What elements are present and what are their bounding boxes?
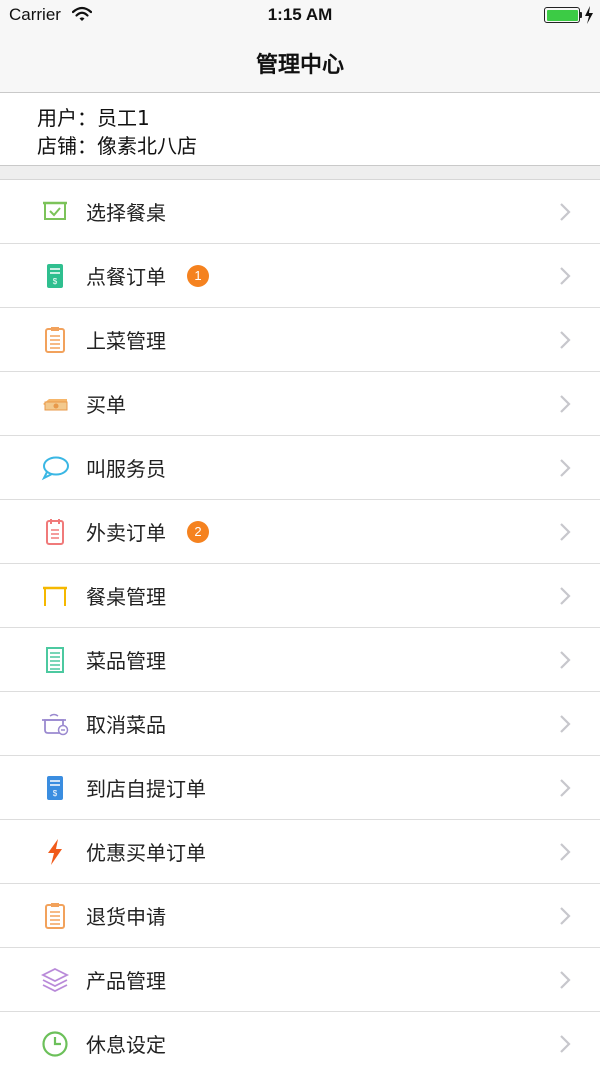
menu-item-dine-orders[interactable]: $ 点餐订单 1 bbox=[0, 244, 600, 308]
clipboard-return-icon bbox=[45, 903, 65, 929]
chevron-right-icon bbox=[560, 267, 571, 285]
menu-item-takeout-orders[interactable]: 外卖订单 2 bbox=[0, 500, 600, 564]
chevron-right-icon bbox=[560, 203, 571, 221]
menu-item-label: 退货申请 bbox=[86, 905, 166, 929]
table-icon bbox=[43, 586, 67, 606]
nav-bar: 管理中心 bbox=[0, 30, 600, 93]
notepad-icon bbox=[46, 519, 64, 545]
pickup-receipt-icon: $ bbox=[47, 776, 63, 800]
user-name-line: 用户：员工1 bbox=[37, 106, 150, 130]
chevron-right-icon bbox=[560, 779, 571, 797]
chevron-right-icon bbox=[560, 587, 571, 605]
chevron-right-icon bbox=[560, 523, 571, 541]
clock-icon bbox=[42, 1031, 68, 1057]
chevron-right-icon bbox=[560, 843, 571, 861]
svg-text:$: $ bbox=[53, 277, 58, 286]
status-bar: Carrier 1:15 AM bbox=[0, 0, 600, 30]
menu-item-return-requests[interactable]: 退货申请 bbox=[0, 884, 600, 948]
menu-item-serving[interactable]: 上菜管理 bbox=[0, 308, 600, 372]
menu-item-rest-settings[interactable]: 休息设定 bbox=[0, 1012, 600, 1067]
chevron-right-icon bbox=[560, 971, 571, 989]
store-name-line: 店铺：像素北八店 bbox=[37, 134, 197, 158]
menu-item-label: 叫服务员 bbox=[86, 457, 166, 481]
status-time: 1:15 AM bbox=[267, 5, 333, 24]
menu-item-label: 买单 bbox=[86, 393, 126, 417]
order-count-badge: 1 bbox=[187, 265, 209, 287]
charging-bolt-icon bbox=[585, 6, 593, 24]
user-info-panel: 用户：员工1 店铺：像素北八店 bbox=[0, 94, 600, 165]
menu-item-select-table[interactable]: 选择餐桌 bbox=[0, 180, 600, 244]
takeout-count-badge: 2 bbox=[187, 521, 209, 543]
menu-item-label: 取消菜品 bbox=[86, 713, 166, 737]
chevron-right-icon bbox=[560, 715, 571, 733]
chevron-right-icon bbox=[560, 651, 571, 669]
menu-item-discount-orders[interactable]: 优惠买单订单 bbox=[0, 820, 600, 884]
chevron-right-icon bbox=[560, 1035, 571, 1053]
menu-item-label: 选择餐桌 bbox=[86, 201, 166, 225]
menu-item-dish-management[interactable]: 菜品管理 bbox=[0, 628, 600, 692]
menu-item-cancel-dish[interactable]: 取消菜品 bbox=[0, 692, 600, 756]
menu-item-label: 产品管理 bbox=[86, 969, 166, 993]
order-receipt-icon: $ bbox=[47, 264, 63, 288]
table-select-icon bbox=[43, 201, 67, 220]
menu-item-pickup-orders[interactable]: $ 到店自提订单 bbox=[0, 756, 600, 820]
layers-icon bbox=[40, 967, 70, 993]
menu-item-call-waiter[interactable]: 叫服务员 bbox=[0, 436, 600, 500]
menu-item-label: 点餐订单 bbox=[86, 265, 166, 289]
clipboard-icon bbox=[45, 327, 65, 353]
menu-item-label: 上菜管理 bbox=[86, 329, 166, 353]
menu-item-checkout[interactable]: 买单 bbox=[0, 372, 600, 436]
document-list-icon bbox=[46, 647, 64, 673]
menu-item-label: 优惠买单订单 bbox=[86, 841, 206, 865]
menu-item-label: 菜品管理 bbox=[86, 649, 166, 673]
battery-nub bbox=[580, 12, 582, 18]
menu-item-product-management[interactable]: 产品管理 bbox=[0, 948, 600, 1012]
battery-icon bbox=[544, 7, 580, 23]
page-title: 管理中心 bbox=[255, 53, 344, 78]
menu-item-label: 到店自提订单 bbox=[86, 777, 206, 801]
section-separator bbox=[0, 165, 600, 180]
chat-bubble-icon bbox=[41, 456, 69, 481]
chevron-right-icon bbox=[560, 331, 571, 349]
lightning-icon bbox=[48, 839, 62, 865]
chevron-right-icon bbox=[560, 395, 571, 413]
menu-item-label: 外卖订单 bbox=[86, 521, 166, 545]
chevron-right-icon bbox=[560, 459, 571, 477]
chevron-right-icon bbox=[560, 907, 571, 925]
cash-icon bbox=[43, 399, 68, 411]
menu-item-label: 餐桌管理 bbox=[86, 585, 166, 609]
svg-text:$: $ bbox=[53, 789, 58, 798]
menu-item-table-management[interactable]: 餐桌管理 bbox=[0, 564, 600, 628]
pot-cancel-icon bbox=[42, 713, 69, 736]
menu-item-label: 休息设定 bbox=[86, 1033, 166, 1057]
